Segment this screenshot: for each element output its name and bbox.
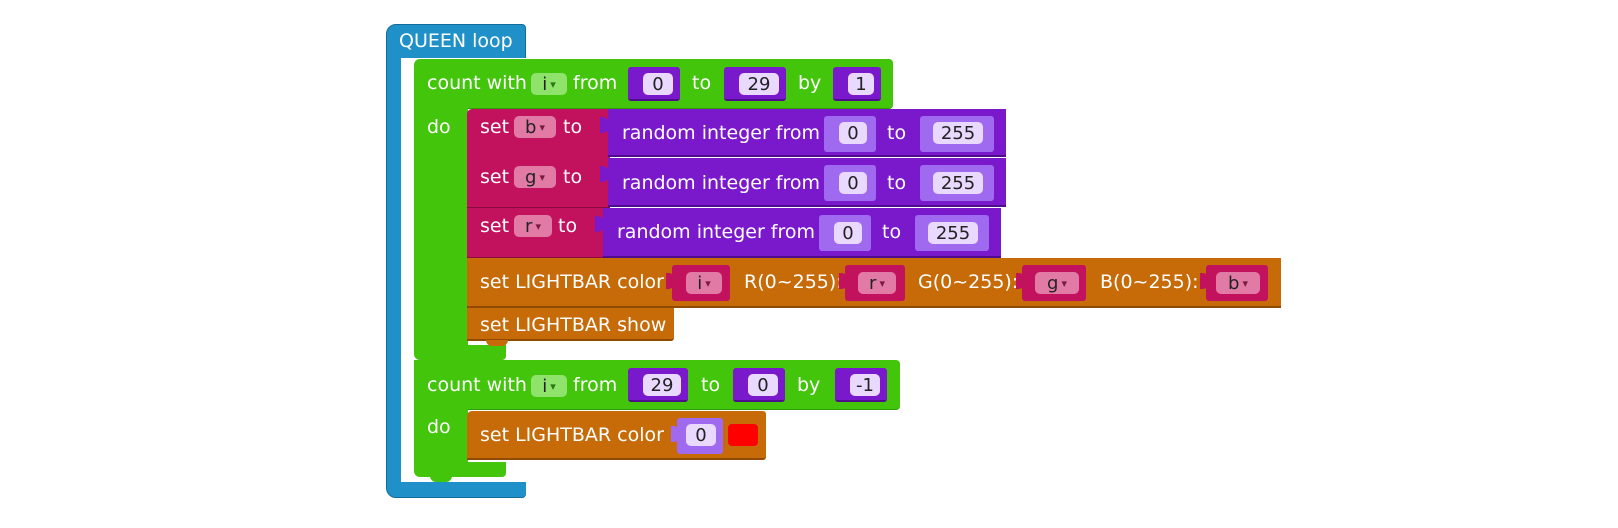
set-r-var-name: r (525, 215, 533, 237)
loop2-from-value[interactable]: 29 (643, 374, 681, 396)
loop1-var-dropdown[interactable]: i ▾ (531, 73, 567, 95)
loop1-from-label: from (573, 72, 618, 94)
lightbar1-r-label: R(0~255): (744, 271, 843, 293)
set-g-to-label: to (563, 166, 583, 188)
set-r-set-label: set (480, 215, 510, 237)
queen-loop-footer (387, 482, 526, 497)
loop1-do-label: do (427, 116, 451, 138)
lightbar2-color-swatch[interactable] (728, 424, 758, 446)
loop2-by-value[interactable]: -1 (850, 374, 880, 396)
count-loop-2-footer (414, 462, 506, 477)
random-r-to-label: to (882, 221, 902, 243)
lightbar1-b-dropdown[interactable]: b ▾ (1216, 272, 1260, 294)
lightbar1-b-var: b (1228, 272, 1240, 294)
loop2-var-name: i (542, 375, 548, 397)
loop2-to-label: to (701, 374, 721, 396)
chevron-down-icon: ▾ (539, 120, 545, 134)
random-r-to-value[interactable]: 255 (928, 222, 978, 244)
set-r-to-label: to (558, 215, 578, 237)
loop2-do-label: do (427, 416, 451, 438)
loop1-to-value[interactable]: 29 (739, 73, 779, 95)
random-r-from-value[interactable]: 0 (834, 222, 862, 244)
chevron-down-icon: ▾ (879, 276, 885, 290)
lightbar1-r-dropdown[interactable]: r ▾ (858, 272, 896, 294)
count-loop-1-arm (414, 108, 468, 348)
random-b-from-value[interactable]: 0 (839, 122, 867, 144)
lightbar2-label: set LIGHTBAR color (480, 424, 664, 446)
lightbar-show-label: set LIGHTBAR show (480, 314, 667, 336)
set-b-set-label: set (480, 116, 510, 138)
loop1-from-value[interactable]: 0 (643, 73, 673, 95)
loop1-var-name: i (542, 73, 548, 95)
lightbar1-g-var: g (1047, 272, 1059, 294)
chevron-down-icon: ▾ (535, 219, 541, 233)
loop1-by-value[interactable]: 1 (848, 73, 874, 95)
random-b-to-label: to (887, 122, 907, 144)
loop2-to-value[interactable]: 0 (748, 374, 778, 396)
loop1-by-label: by (798, 72, 822, 94)
count-loop-2-next-notch (430, 476, 452, 482)
lightbar1-g-dropdown[interactable]: g ▾ (1035, 272, 1079, 294)
chevron-down-icon: ▾ (539, 170, 545, 184)
loop2-count-label: count with (427, 374, 527, 396)
set-b-var-dropdown[interactable]: b ▾ (514, 116, 556, 138)
lightbar1-label: set LIGHTBAR color (480, 271, 664, 293)
lightbar1-r-var: r (869, 272, 877, 294)
loop2-var-dropdown[interactable]: i ▾ (531, 375, 567, 397)
loop2-by-label: by (797, 374, 821, 396)
queen-loop-arm (387, 58, 401, 482)
chevron-down-icon: ▾ (705, 276, 711, 290)
random-b-to-value[interactable]: 255 (933, 122, 983, 144)
lightbar1-g-label: G(0~255): (918, 271, 1019, 293)
set-g-var-name: g (525, 166, 537, 188)
random-g-label: random integer from (622, 172, 821, 194)
loop1-to-label: to (692, 72, 712, 94)
lightbar-show-next-notch (486, 340, 508, 346)
random-g-to-value[interactable]: 255 (933, 172, 983, 194)
set-g-var-dropdown[interactable]: g ▾ (514, 166, 556, 188)
lightbar1-b-label: B(0~255): (1100, 271, 1199, 293)
count-loop-1-footer (414, 345, 506, 360)
set-b-var-name: b (525, 116, 537, 138)
chevron-down-icon: ▾ (1242, 276, 1248, 290)
loop1-count-label: count with (427, 72, 527, 94)
random-r-label: random integer from (617, 221, 816, 243)
set-b-to-label: to (563, 116, 583, 138)
queen-loop-label: QUEEN loop (399, 30, 513, 52)
lightbar1-index-dropdown[interactable]: i ▾ (686, 272, 722, 294)
set-r-var-dropdown[interactable]: r ▾ (514, 215, 552, 237)
chevron-down-icon: ▾ (550, 379, 556, 393)
lightbar2-index-value[interactable]: 0 (686, 424, 716, 446)
random-b-label: random integer from (622, 122, 821, 144)
random-g-to-label: to (887, 172, 907, 194)
set-g-set-label: set (480, 166, 510, 188)
lightbar1-index-var: i (697, 272, 703, 294)
random-g-from-value[interactable]: 0 (839, 172, 867, 194)
chevron-down-icon: ▾ (1061, 276, 1067, 290)
chevron-down-icon: ▾ (550, 77, 556, 91)
loop2-from-label: from (573, 374, 618, 396)
